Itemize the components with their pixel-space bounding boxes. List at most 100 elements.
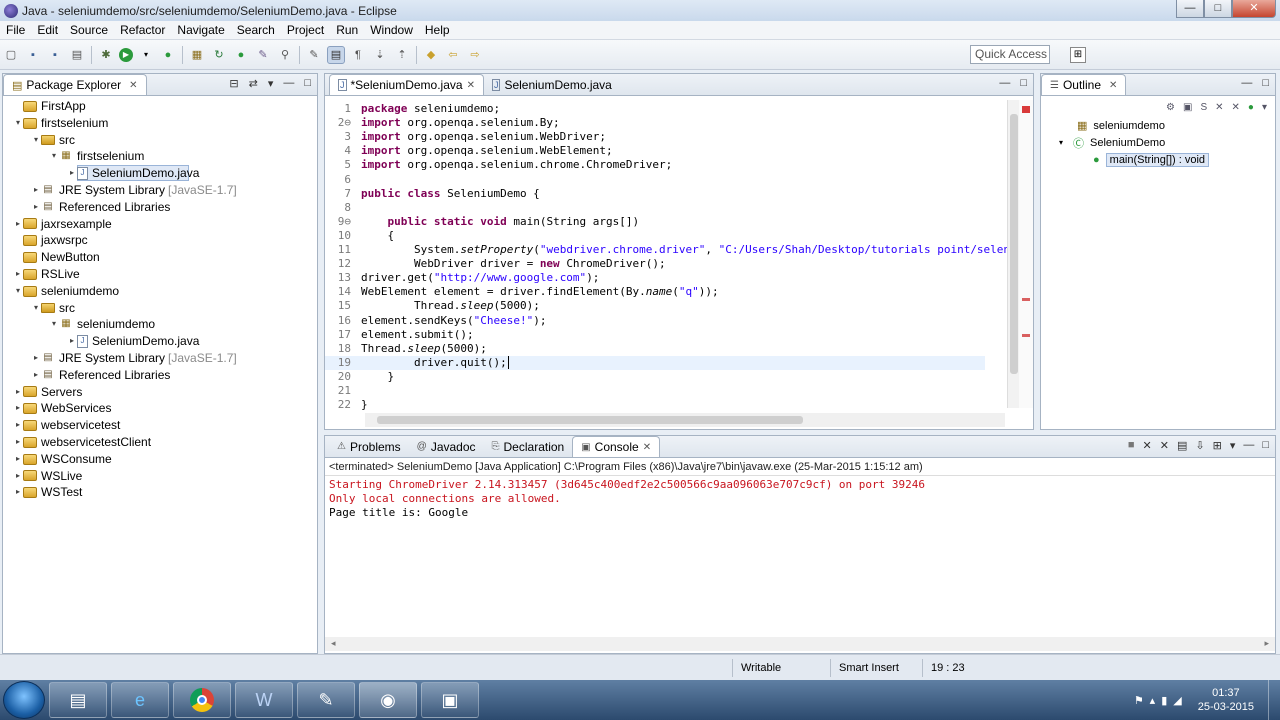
minimize-view-icon[interactable]: — xyxy=(1241,77,1252,89)
expand-arrow-icon[interactable]: ▸ xyxy=(31,367,41,384)
run-icon[interactable]: ▶ xyxy=(119,47,133,62)
hide-fields-icon[interactable]: ▣ xyxy=(1183,102,1192,113)
tree-item[interactable]: ▸ webservicetest xyxy=(3,417,317,434)
hide-local-types-icon[interactable]: ✕ xyxy=(1232,102,1240,113)
tree-item[interactable]: NewButton xyxy=(3,249,317,266)
focus-icon[interactable]: ● xyxy=(1248,102,1254,113)
hide-nonpublic-icon[interactable]: ✕ xyxy=(1215,102,1223,113)
display-console-icon[interactable]: ▾ xyxy=(1230,439,1236,452)
chrome-icon[interactable] xyxy=(173,682,231,718)
tree-item[interactable]: ▸ Servers xyxy=(3,384,317,401)
close-icon[interactable]: ✕ xyxy=(1109,80,1117,91)
word-icon[interactable]: W xyxy=(235,682,293,718)
tree-item[interactable]: ▸ ▤ Referenced Libraries xyxy=(3,199,317,216)
clear-console-icon[interactable]: ▤ xyxy=(1177,439,1187,452)
view-menu-icon[interactable]: ▾ xyxy=(1262,102,1267,113)
tree-item[interactable]: ▸ WSLive xyxy=(3,468,317,485)
next-annotation-icon[interactable]: ⇣ xyxy=(371,46,389,64)
expand-arrow-icon[interactable]: ▸ xyxy=(13,434,23,451)
menu-edit[interactable]: Edit xyxy=(31,23,64,37)
tree-item[interactable]: ▸ WSTest xyxy=(3,484,317,501)
block-selection-icon[interactable]: ▤ xyxy=(327,45,345,64)
tree-item[interactable]: ▸ WSConsume xyxy=(3,451,317,468)
expand-arrow-icon[interactable]: ▸ xyxy=(31,199,41,216)
expand-arrow-icon[interactable]: ▸ xyxy=(67,165,77,182)
expand-arrow-icon[interactable]: ▾ xyxy=(31,132,41,149)
tree-item[interactable]: ▾ src xyxy=(3,132,317,149)
save-all-icon[interactable]: ▪ xyxy=(46,46,64,64)
tab-declaration[interactable]: ⎘ Declaration xyxy=(484,436,573,457)
new-class-icon[interactable]: ● xyxy=(232,46,250,64)
expand-arrow-icon[interactable]: ▸ xyxy=(13,384,23,401)
run-dropdown-icon[interactable]: ▾ xyxy=(137,46,155,64)
menu-source[interactable]: Source xyxy=(64,23,114,37)
maximize-button[interactable]: □ xyxy=(1204,0,1232,18)
hide-static-icon[interactable]: S xyxy=(1200,102,1207,113)
quick-access-input[interactable]: Quick Access xyxy=(970,45,1050,64)
expand-arrow-icon[interactable]: ▸ xyxy=(13,216,23,233)
expand-arrow-icon[interactable]: ▾ xyxy=(13,115,23,132)
tree-item[interactable]: ▾ firstselenium xyxy=(3,115,317,132)
notepad-icon[interactable]: ✎ xyxy=(297,682,355,718)
tree-item[interactable]: ▾ ▦ firstselenium xyxy=(3,148,317,165)
maximize-view-icon[interactable]: □ xyxy=(1020,77,1027,89)
expand-arrow-icon[interactable]: ▾ xyxy=(49,316,59,333)
tree-item[interactable]: ▾ ▦ seleniumdemo xyxy=(3,316,317,333)
toggle-mark-icon[interactable]: ✎ xyxy=(305,46,323,64)
close-icon[interactable]: ✕ xyxy=(467,80,475,91)
expand-arrow-icon[interactable]: ▸ xyxy=(13,451,23,468)
expand-arrow-icon[interactable]: ▾ xyxy=(1059,138,1073,147)
expand-arrow-icon[interactable]: ▸ xyxy=(31,182,41,199)
refresh-icon[interactable]: ↻ xyxy=(210,46,228,64)
expand-arrow-icon[interactable]: ▾ xyxy=(31,300,41,317)
maximize-view-icon[interactable]: □ xyxy=(1262,77,1269,89)
internet-explorer-icon[interactable]: e xyxy=(111,682,169,718)
expand-arrow-icon[interactable]: ▸ xyxy=(13,468,23,485)
link-editor-icon[interactable]: ⇄ xyxy=(249,77,258,90)
show-desktop-button[interactable] xyxy=(1268,680,1280,720)
pin-console-icon[interactable]: ⊞ xyxy=(1213,439,1222,452)
menu-window[interactable]: Window xyxy=(364,23,419,37)
menu-project[interactable]: Project xyxy=(281,23,330,37)
tab-editor-file[interactable]: J *SeleniumDemo.java ✕ xyxy=(329,74,484,95)
tree-item[interactable]: ▸ ▤ JRE System Library [JavaSE-1.7] xyxy=(3,182,317,199)
outline-item[interactable]: ▦ seleniumdemo xyxy=(1055,117,1275,134)
close-button[interactable]: ✕ xyxy=(1232,0,1276,18)
tray-icons[interactable]: ⚑▴▮◢ xyxy=(1134,694,1188,707)
show-whitespace-icon[interactable]: ¶ xyxy=(349,46,367,64)
tab-console[interactable]: ▣ Console ✕ xyxy=(572,436,661,457)
search-icon[interactable]: ⚲ xyxy=(276,46,294,64)
terminate-icon[interactable]: ■ xyxy=(1128,439,1135,452)
expand-arrow-icon[interactable]: ▸ xyxy=(67,333,77,350)
file-explorer-icon[interactable]: ▤ xyxy=(49,682,107,718)
tree-item[interactable]: ▸ ▤ JRE System Library [JavaSE-1.7] xyxy=(3,350,317,367)
maximize-view-icon[interactable]: □ xyxy=(1262,439,1269,452)
external-tools-icon[interactable]: ● xyxy=(159,46,177,64)
debug-icon[interactable]: ✱ xyxy=(97,46,115,64)
minimize-view-icon[interactable]: — xyxy=(283,77,294,90)
tree-item[interactable]: ▸ WebServices xyxy=(3,400,317,417)
tab-outline[interactable]: ☰ Outline ✕ xyxy=(1041,74,1127,95)
editor-hscrollbar[interactable] xyxy=(365,413,1005,427)
view-menu-icon[interactable]: ▾ xyxy=(268,77,274,90)
prev-annotation-icon[interactable]: ⇡ xyxy=(393,46,411,64)
menu-help[interactable]: Help xyxy=(419,23,456,37)
menu-search[interactable]: Search xyxy=(231,23,281,37)
sort-icon[interactable]: ⚙ xyxy=(1166,102,1175,113)
expand-arrow-icon[interactable]: ▸ xyxy=(13,400,23,417)
save-icon[interactable]: ▪ xyxy=(24,46,42,64)
tab-package-explorer[interactable]: ▤ Package Explorer ✕ xyxy=(3,74,147,95)
eclipse-taskbar-icon[interactable]: ◉ xyxy=(359,682,417,718)
close-icon[interactable]: ✕ xyxy=(643,442,651,453)
clock[interactable]: 01:37 25-03-2015 xyxy=(1198,686,1254,714)
start-button[interactable] xyxy=(3,681,45,719)
tree-item[interactable]: ▸ jaxrsexample xyxy=(3,216,317,233)
minimize-view-icon[interactable]: — xyxy=(999,77,1010,89)
open-type-icon[interactable]: ✎ xyxy=(254,46,272,64)
tree-item[interactable]: jaxwsrpc xyxy=(3,232,317,249)
tree-item[interactable]: FirstApp xyxy=(3,98,317,115)
console-hscrollbar[interactable]: ◂ ▸ xyxy=(325,637,1275,651)
remove-all-launches-icon[interactable]: ✕ xyxy=(1160,439,1169,452)
tree-item[interactable]: ▸ RSLive xyxy=(3,266,317,283)
collapse-all-icon[interactable]: ⊟ xyxy=(229,77,238,90)
